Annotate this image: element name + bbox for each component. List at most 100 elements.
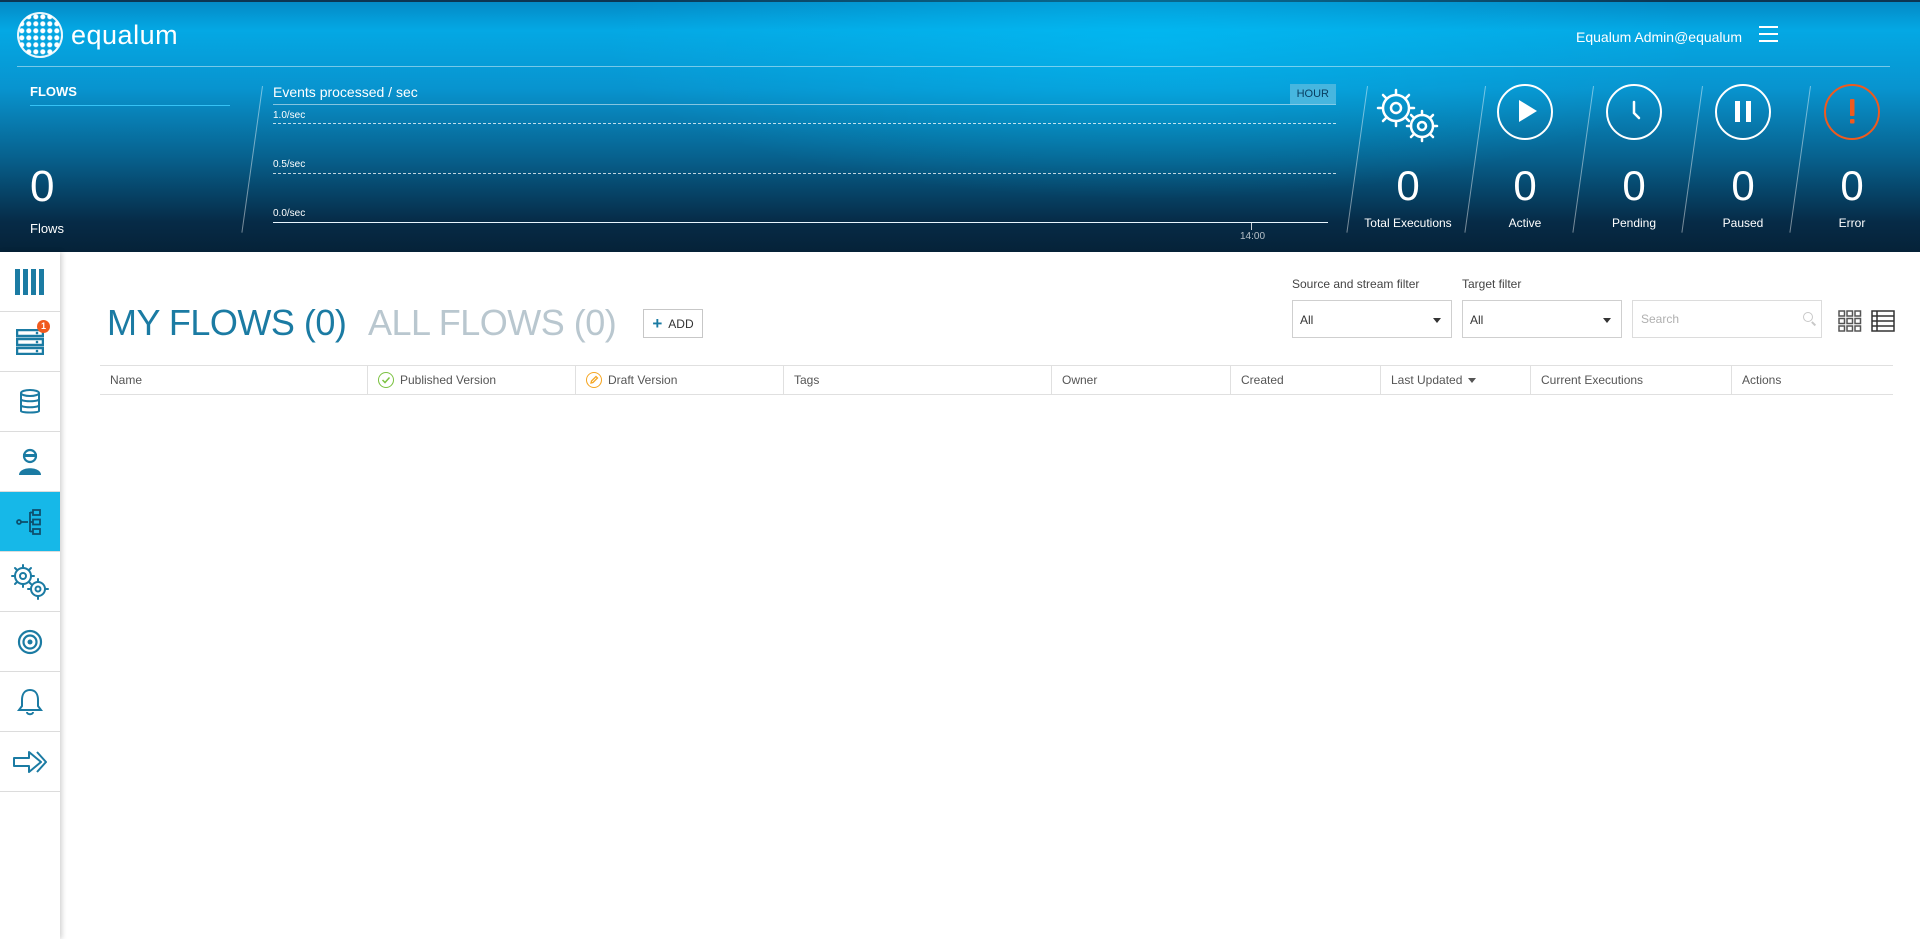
arrow-icon: [13, 750, 47, 773]
brand-name: equalum: [71, 19, 179, 50]
add-flow-button[interactable]: + ADD: [643, 309, 703, 338]
notification-badge: 1: [37, 320, 50, 333]
target-filter-value: All: [1470, 313, 1484, 327]
column-header-current-executions[interactable]: Current Executions: [1531, 366, 1732, 394]
check-circle-icon: [378, 372, 394, 388]
y-tick-label: 1.0/sec: [273, 110, 306, 121]
main-content: MY FLOWS (0) ALL FLOWS (0) + ADD Source …: [60, 252, 1920, 939]
tab-all-flows[interactable]: ALL FLOWS (0): [368, 302, 617, 344]
target-icon: [17, 629, 43, 654]
stat-error[interactable]: 0 Error: [1797, 84, 1907, 230]
sidebar-item-dashboard[interactable]: [0, 252, 60, 312]
user-icon: [19, 448, 41, 475]
x-axis-baseline: [273, 222, 1328, 223]
y-tick-label: 0.0/sec: [273, 208, 306, 219]
target-filter-select[interactable]: All: [1462, 300, 1622, 338]
bell-icon: [17, 688, 43, 715]
source-filter-label: Source and stream filter: [1292, 277, 1420, 291]
stat-label: Paused: [1722, 216, 1764, 230]
stat-value: 0: [1840, 162, 1864, 209]
flows-count: 0: [30, 162, 55, 211]
chevron-down-icon: [1433, 318, 1441, 323]
x-tick-label: 14:00: [1240, 231, 1266, 242]
source-filter-select[interactable]: All: [1292, 300, 1452, 338]
stat-value: 0: [1513, 162, 1537, 209]
search-input[interactable]: [1632, 300, 1822, 338]
stat-total-executions[interactable]: 0 Total Executions: [1353, 84, 1463, 230]
flow-icon: [16, 508, 41, 535]
stat-label: Total Executions: [1364, 216, 1452, 230]
stat-active[interactable]: 0 Active: [1470, 84, 1580, 230]
column-header-tags[interactable]: Tags: [784, 366, 1052, 394]
sidebar-item-export[interactable]: [0, 732, 60, 792]
header-divider: [17, 66, 1890, 67]
x-tick-mark: [1251, 223, 1252, 230]
column-header-owner[interactable]: Owner: [1052, 366, 1231, 394]
list-view-icon[interactable]: [1871, 310, 1895, 332]
stat-pending[interactable]: 0 Pending: [1579, 84, 1689, 230]
sidebar-item-targets[interactable]: [0, 612, 60, 672]
sidebar-item-agents[interactable]: 1: [0, 312, 60, 372]
flows-count-label: Flows: [30, 221, 64, 236]
stat-value: 0: [1622, 162, 1646, 209]
gridline: [273, 173, 1336, 174]
flows-table-header: Name Published Version Draft Version Tag…: [100, 365, 1893, 395]
user-label[interactable]: Equalum Admin@equalum: [1576, 29, 1742, 45]
gridline: [273, 123, 1336, 124]
add-button-label: ADD: [668, 316, 694, 331]
clock-icon: [1606, 84, 1662, 140]
target-filter-label: Target filter: [1462, 277, 1522, 291]
chart-title: Events processed / sec: [273, 84, 418, 100]
sort-descending-icon: [1468, 378, 1477, 383]
plus-icon: +: [652, 314, 663, 333]
logo[interactable]: equalum: [17, 12, 178, 58]
pencil-circle-icon: [586, 372, 602, 388]
hour-range-button[interactable]: HOUR: [1289, 84, 1336, 104]
column-label: Tags: [794, 373, 820, 387]
stat-paused[interactable]: 0 Paused: [1688, 84, 1798, 230]
grid-view-icon[interactable]: [1838, 310, 1862, 332]
search-icon[interactable]: [1803, 312, 1813, 322]
source-filter-value: All: [1300, 313, 1314, 327]
flows-panel-title: FLOWS: [30, 84, 230, 106]
pause-icon: [1715, 84, 1771, 140]
sidebar-item-flows[interactable]: [0, 492, 60, 552]
column-header-name[interactable]: Name: [100, 366, 368, 394]
sidebar-item-users[interactable]: [0, 432, 60, 492]
column-label: Current Executions: [1541, 373, 1644, 387]
column-label: Actions: [1742, 373, 1782, 387]
column-header-published-version[interactable]: Published Version: [368, 366, 576, 394]
gears-icon: [1376, 88, 1439, 143]
column-label: Published Version: [400, 373, 497, 387]
stat-label: Active: [1508, 216, 1542, 230]
sidebar-item-settings[interactable]: [0, 552, 60, 612]
tab-my-flows[interactable]: MY FLOWS (0): [107, 302, 347, 344]
separator: [241, 86, 263, 233]
flows-panel: FLOWS: [30, 84, 230, 106]
column-header-draft-version[interactable]: Draft Version: [576, 366, 784, 394]
sidebar-item-sources[interactable]: [0, 372, 60, 432]
stat-value: 0: [1731, 162, 1755, 209]
chart-title-underline: [273, 104, 1336, 105]
stat-value: 0: [1396, 162, 1420, 209]
error-icon: [1824, 84, 1880, 140]
gears-icon: [11, 563, 49, 600]
columns-icon: [15, 268, 44, 295]
column-header-actions[interactable]: Actions: [1732, 366, 1893, 394]
column-header-last-updated[interactable]: Last Updated: [1381, 366, 1531, 394]
column-label: Last Updated: [1391, 373, 1463, 387]
chevron-down-icon: [1603, 318, 1611, 323]
stat-label: Pending: [1611, 216, 1657, 230]
stat-label: Error: [1838, 216, 1866, 230]
globe-logo-icon: [17, 12, 63, 58]
column-label: Draft Version: [608, 373, 678, 387]
play-icon: [1497, 84, 1553, 140]
sidebar-item-notifications[interactable]: [0, 672, 60, 732]
header: equalum Equalum Admin@equalum FLOWS 0 Fl…: [0, 0, 1920, 252]
database-icon: [20, 388, 40, 413]
column-label: Created: [1241, 373, 1284, 387]
y-tick-label: 0.5/sec: [273, 159, 306, 170]
hamburger-menu-icon[interactable]: [1759, 26, 1778, 42]
sidebar: 1: [0, 252, 60, 939]
column-header-created[interactable]: Created: [1231, 366, 1381, 394]
